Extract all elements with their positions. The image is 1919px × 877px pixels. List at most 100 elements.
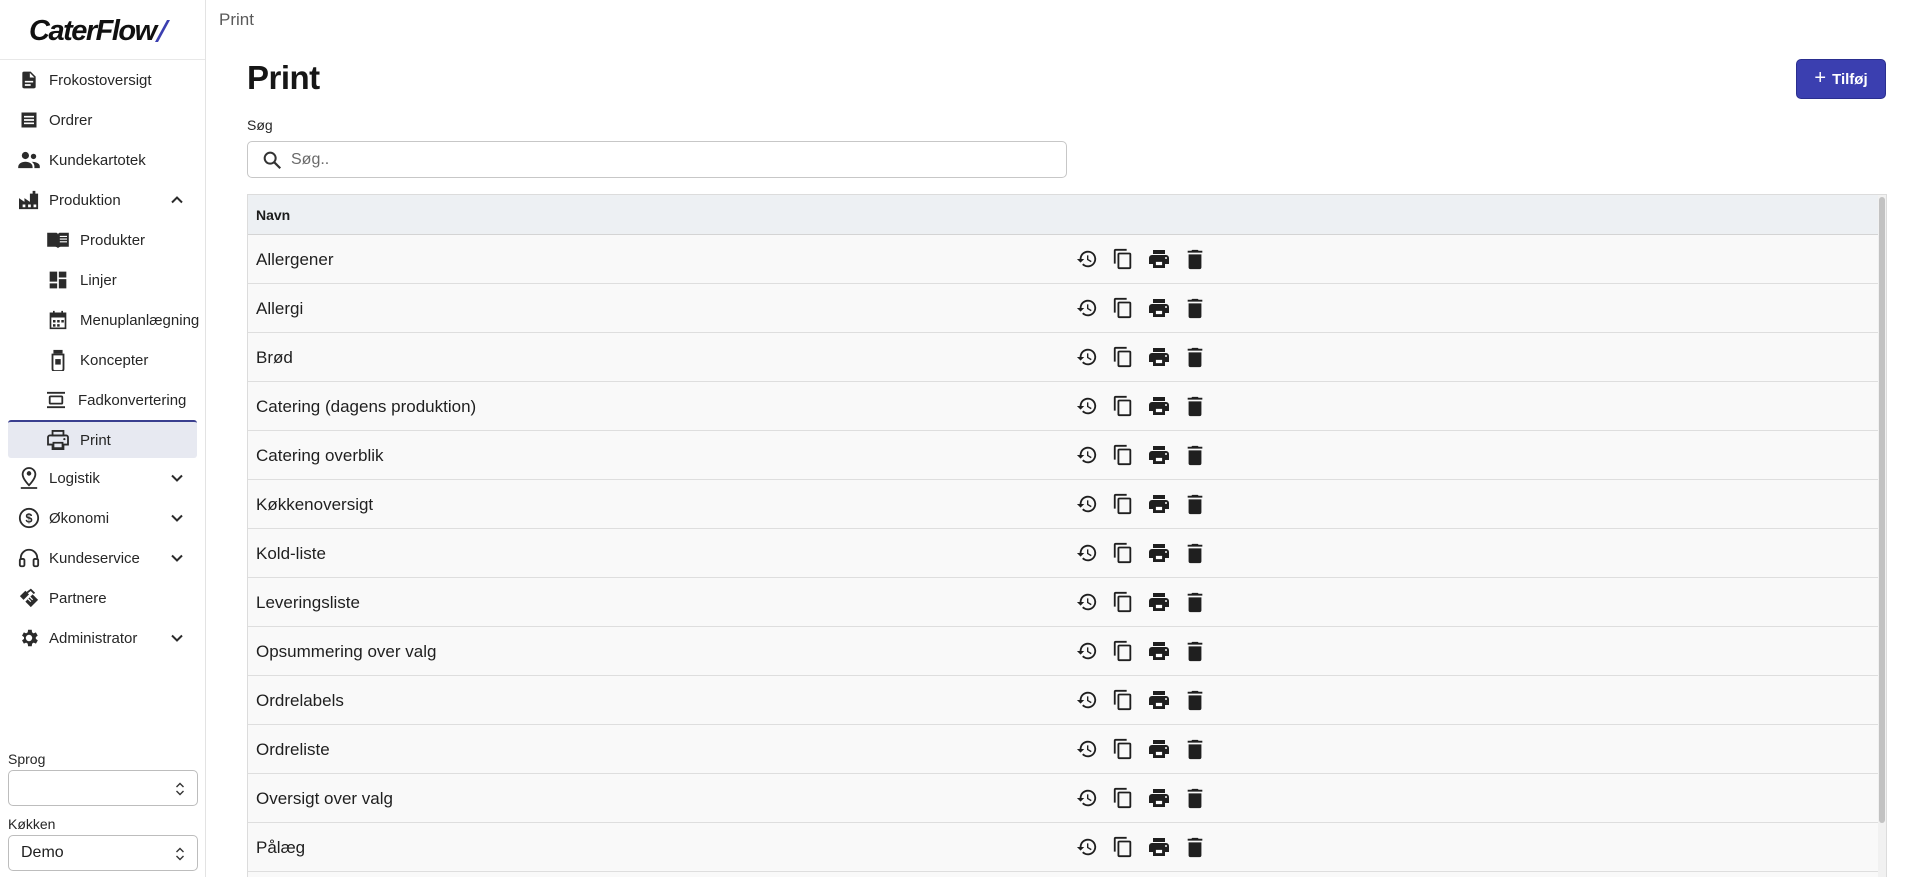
sidebar-item-ordrer[interactable]: Ordrer bbox=[0, 100, 205, 140]
trash-icon[interactable] bbox=[1183, 541, 1207, 565]
sidebar-item-fadkonvertering[interactable]: Fadkonvertering bbox=[0, 380, 205, 420]
copy-icon[interactable] bbox=[1111, 443, 1135, 467]
sidebar-item-koncepter[interactable]: Koncepter bbox=[0, 340, 205, 380]
row-actions bbox=[1075, 835, 1219, 859]
table-row[interactable]: Pålæg bbox=[248, 823, 1886, 872]
printer-icon[interactable] bbox=[1147, 443, 1171, 467]
trash-icon[interactable] bbox=[1183, 296, 1207, 320]
language-select[interactable] bbox=[8, 770, 198, 806]
copy-icon[interactable] bbox=[1111, 786, 1135, 810]
printer-icon[interactable] bbox=[1147, 345, 1171, 369]
printer-icon[interactable] bbox=[1147, 247, 1171, 271]
printer-icon[interactable] bbox=[1147, 688, 1171, 712]
history-icon[interactable] bbox=[1075, 639, 1099, 663]
copy-icon[interactable] bbox=[1111, 590, 1135, 614]
sidebar-item-produktion[interactable]: Produktion bbox=[0, 180, 205, 220]
history-icon[interactable] bbox=[1075, 492, 1099, 516]
copy-icon[interactable] bbox=[1111, 688, 1135, 712]
table-row[interactable]: Oversigt over valg bbox=[248, 774, 1886, 823]
printer-icon[interactable] bbox=[1147, 737, 1171, 761]
sidebar-item-label: Produktion bbox=[49, 191, 121, 209]
chevron-down-icon[interactable] bbox=[169, 630, 185, 646]
printer-icon[interactable] bbox=[1147, 394, 1171, 418]
printer-icon[interactable] bbox=[1147, 590, 1171, 614]
sidebar-item-okonomi[interactable]: $ Økonomi bbox=[0, 498, 205, 538]
table-row[interactable]: Kold-liste bbox=[248, 529, 1886, 578]
trash-icon[interactable] bbox=[1183, 492, 1207, 516]
table-row[interactable]: Opsummering over valg bbox=[248, 627, 1886, 676]
scrollbar-thumb[interactable] bbox=[1879, 197, 1885, 823]
trash-icon[interactable] bbox=[1183, 639, 1207, 663]
printer-icon[interactable] bbox=[1147, 541, 1171, 565]
printer-icon[interactable] bbox=[1147, 492, 1171, 516]
copy-icon[interactable] bbox=[1111, 541, 1135, 565]
chevron-up-icon[interactable] bbox=[169, 192, 185, 208]
copy-icon[interactable] bbox=[1111, 394, 1135, 418]
sidebar-item-linjer[interactable]: Linjer bbox=[0, 260, 205, 300]
column-header-navn[interactable]: Navn bbox=[256, 207, 290, 223]
sidebar-item-kundekartotek[interactable]: Kundekartotek bbox=[0, 140, 205, 180]
chevron-down-icon[interactable] bbox=[169, 510, 185, 526]
history-icon[interactable] bbox=[1075, 443, 1099, 467]
copy-icon[interactable] bbox=[1111, 639, 1135, 663]
kitchen-select[interactable]: Demo bbox=[8, 835, 198, 871]
sidebar-item-print[interactable]: Print bbox=[8, 420, 197, 458]
history-icon[interactable] bbox=[1075, 835, 1099, 859]
trash-icon[interactable] bbox=[1183, 345, 1207, 369]
chevron-down-icon[interactable] bbox=[169, 470, 185, 486]
sidebar-item-administrator[interactable]: Administrator bbox=[0, 618, 205, 658]
trash-icon[interactable] bbox=[1183, 394, 1207, 418]
history-icon[interactable] bbox=[1075, 688, 1099, 712]
copy-icon[interactable] bbox=[1111, 737, 1135, 761]
table-row[interactable]: Ordrelabels bbox=[248, 676, 1886, 725]
search-label: Søg bbox=[247, 117, 273, 133]
table-row[interactable]: Allergi bbox=[248, 284, 1886, 333]
search-input[interactable] bbox=[291, 150, 1051, 169]
copy-icon[interactable] bbox=[1111, 345, 1135, 369]
printer-icon[interactable] bbox=[1147, 639, 1171, 663]
sidebar-item-partnere[interactable]: Partnere bbox=[0, 578, 205, 618]
copy-icon[interactable] bbox=[1111, 247, 1135, 271]
trash-icon[interactable] bbox=[1183, 590, 1207, 614]
trash-icon[interactable] bbox=[1183, 737, 1207, 761]
printer-icon[interactable] bbox=[1147, 296, 1171, 320]
table-row[interactable]: Ordreliste bbox=[248, 725, 1886, 774]
table-header: Navn bbox=[248, 195, 1886, 235]
table-row[interactable]: Catering overblik bbox=[248, 431, 1886, 480]
table-row[interactable]: Brød bbox=[248, 333, 1886, 382]
history-icon[interactable] bbox=[1075, 345, 1099, 369]
logo[interactable]: CaterFlow bbox=[0, 0, 205, 60]
history-icon[interactable] bbox=[1075, 737, 1099, 761]
chevron-down-icon[interactable] bbox=[169, 550, 185, 566]
history-icon[interactable] bbox=[1075, 590, 1099, 614]
copy-icon[interactable] bbox=[1111, 296, 1135, 320]
table-row[interactable]: Leveringsliste bbox=[248, 578, 1886, 627]
trash-icon[interactable] bbox=[1183, 786, 1207, 810]
trash-icon[interactable] bbox=[1183, 835, 1207, 859]
printer-icon[interactable] bbox=[1147, 835, 1171, 859]
sidebar-item-kundeservice[interactable]: Kundeservice bbox=[0, 538, 205, 578]
scrollbar[interactable] bbox=[1878, 195, 1886, 877]
history-icon[interactable] bbox=[1075, 296, 1099, 320]
table-row[interactable]: Køkkenoversigt bbox=[248, 480, 1886, 529]
history-icon[interactable] bbox=[1075, 394, 1099, 418]
headset-icon bbox=[18, 547, 40, 569]
sidebar-item-frokostoversigt[interactable]: Frokostoversigt bbox=[0, 60, 205, 100]
trash-icon[interactable] bbox=[1183, 688, 1207, 712]
sidebar-item-menuplanlaegning[interactable]: Menuplanlægning bbox=[0, 300, 205, 340]
sidebar-item-logistik[interactable]: Logistik bbox=[0, 458, 205, 498]
trash-icon[interactable] bbox=[1183, 247, 1207, 271]
history-icon[interactable] bbox=[1075, 541, 1099, 565]
printer-icon[interactable] bbox=[1147, 786, 1171, 810]
sidebar-item-label: Frokostoversigt bbox=[49, 71, 152, 89]
copy-icon[interactable] bbox=[1111, 835, 1135, 859]
search-field[interactable] bbox=[247, 141, 1067, 178]
trash-icon[interactable] bbox=[1183, 443, 1207, 467]
sidebar-item-produkter[interactable]: Produkter bbox=[0, 220, 205, 260]
add-button[interactable]: + Tilføj bbox=[1796, 59, 1886, 99]
history-icon[interactable] bbox=[1075, 786, 1099, 810]
table-row[interactable]: Allergener bbox=[248, 235, 1886, 284]
table-row[interactable]: Catering (dagens produktion) bbox=[248, 382, 1886, 431]
copy-icon[interactable] bbox=[1111, 492, 1135, 516]
history-icon[interactable] bbox=[1075, 247, 1099, 271]
